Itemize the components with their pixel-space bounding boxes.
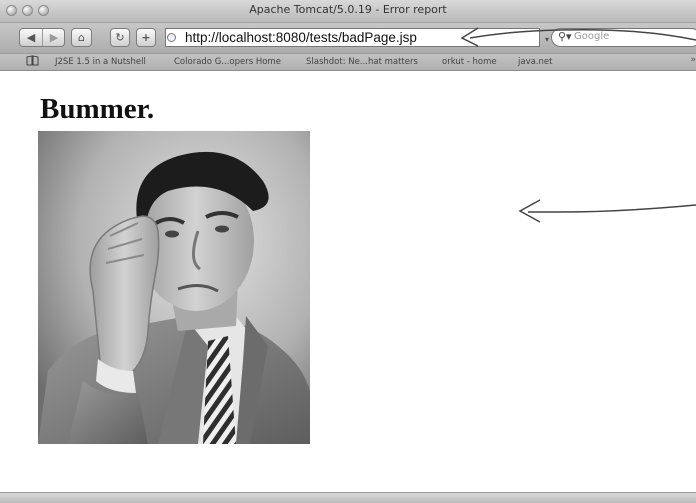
forward-arrow-icon[interactable]: ▶ xyxy=(43,29,65,46)
more-bookmarks-icon[interactable]: » xyxy=(690,55,696,65)
bookmark-java-net[interactable]: java.net xyxy=(518,57,552,67)
bookmark-colorado[interactable]: Colorado G...opers Home xyxy=(174,57,281,67)
status-bar xyxy=(0,492,696,503)
search-engine-dropdown-icon[interactable]: ▾ xyxy=(545,35,549,44)
title-bar[interactable]: Apache Tomcat/5.0.19 - Error report xyxy=(0,0,696,23)
bookmark-orkut[interactable]: orkut - home xyxy=(442,57,497,67)
add-bookmark-icon: + xyxy=(141,31,151,44)
frustrated-man-photo xyxy=(38,131,310,444)
url-text[interactable]: http://localhost:8080/tests/badPage.jsp xyxy=(185,30,417,45)
reload-button[interactable]: ↻ xyxy=(110,28,130,47)
reload-icon: ↻ xyxy=(115,31,125,44)
add-bookmark-button[interactable]: + xyxy=(136,28,156,47)
toolbar: ◀ ▶ ⌂ ↻ + http://localhost:8080/tests/ba… xyxy=(0,23,696,54)
address-bar[interactable]: http://localhost:8080/tests/badPage.jsp xyxy=(165,28,540,47)
bookmark-j2se[interactable]: J2SE 1.5 in a Nutshell xyxy=(55,57,146,67)
annotation-arrowhead-photo xyxy=(518,199,541,223)
home-button[interactable]: ⌂ xyxy=(71,28,92,47)
search-placeholder: Google xyxy=(574,31,610,42)
back-arrow-icon[interactable]: ◀ xyxy=(20,29,43,46)
search-input[interactable]: ⚲▾ Google xyxy=(551,28,696,47)
bookmarks-bar: J2SE 1.5 in a Nutshell Colorado G...oper… xyxy=(0,54,696,71)
browser-window: Apache Tomcat/5.0.19 - Error report ◀ ▶ … xyxy=(0,0,696,503)
home-icon: ⌂ xyxy=(78,31,85,44)
globe-icon xyxy=(167,33,176,42)
annotation-arrow-photo xyxy=(528,204,696,213)
magnifier-icon[interactable]: ⚲▾ xyxy=(558,30,572,43)
bookmark-slashdot[interactable]: Slashdot: Ne...hat matters xyxy=(306,57,418,67)
window-title: Apache Tomcat/5.0.19 - Error report xyxy=(249,3,447,16)
back-forward-button[interactable]: ◀ ▶ xyxy=(19,28,65,47)
book-icon[interactable] xyxy=(26,55,39,69)
page-heading: Bummer. xyxy=(40,93,155,125)
